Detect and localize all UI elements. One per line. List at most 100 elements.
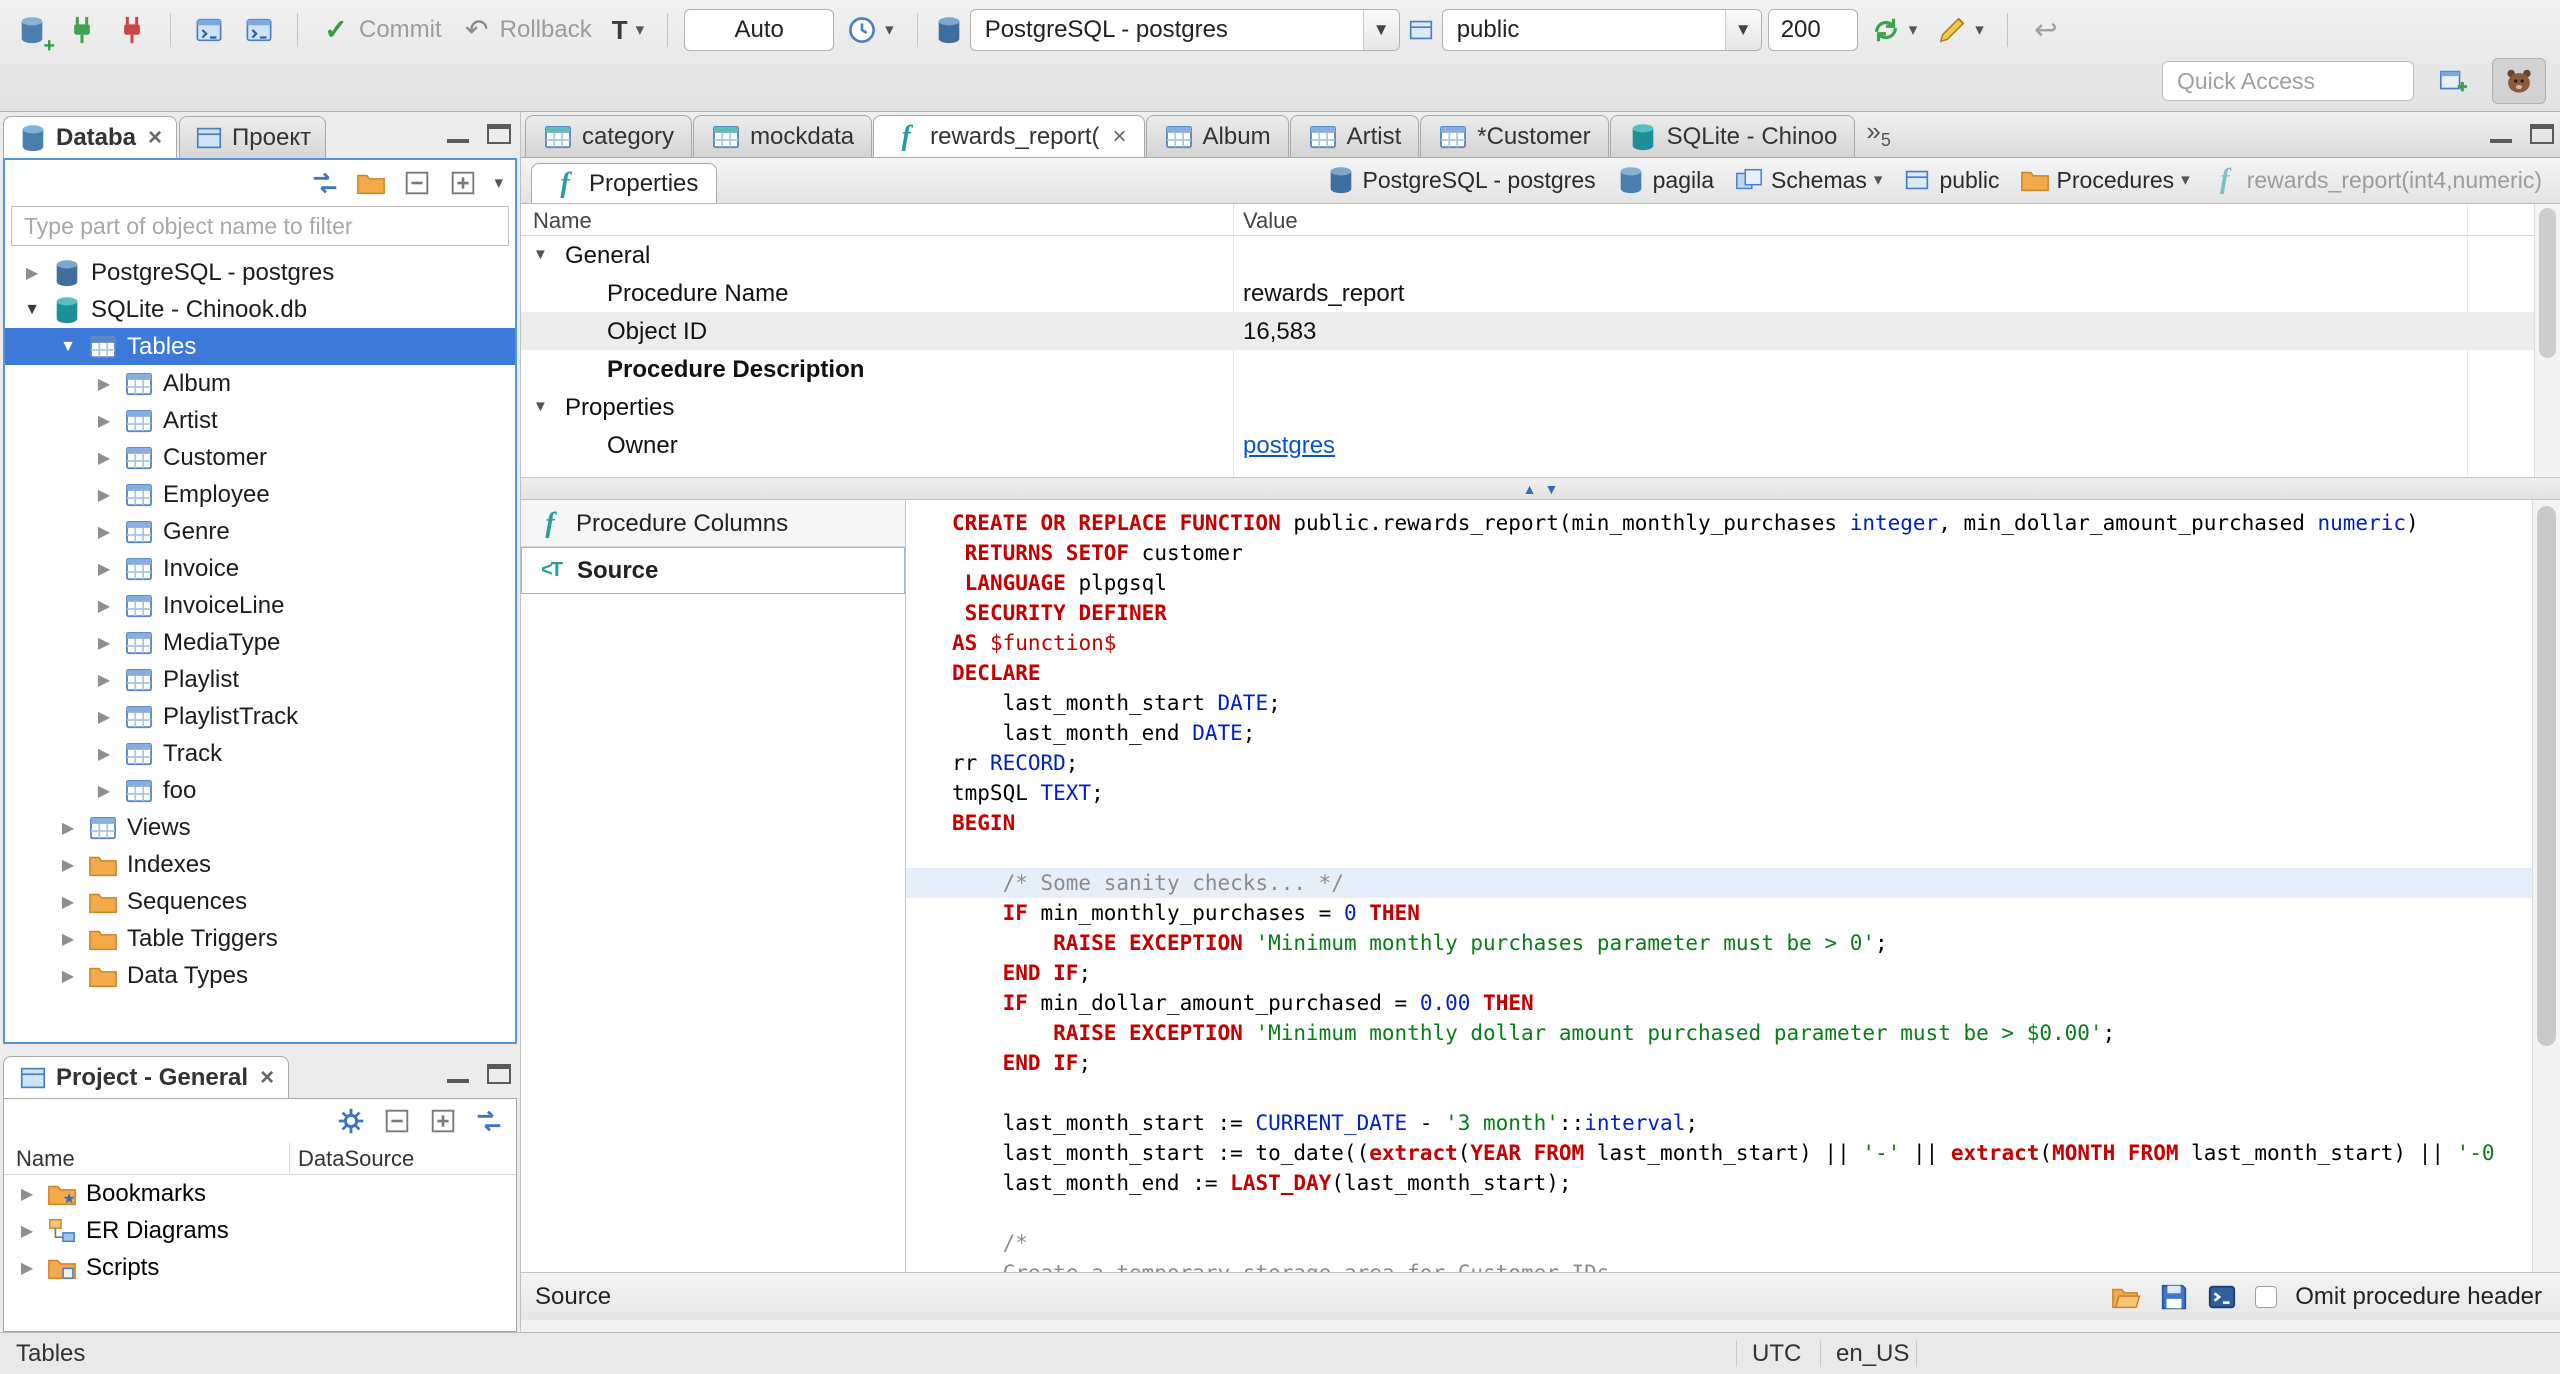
- tree-item-playlist[interactable]: ▶ Playlist: [5, 661, 515, 698]
- expand-twistie-icon[interactable]: ▶: [57, 966, 79, 986]
- tab-database-navigator[interactable]: Databa ×: [3, 116, 178, 158]
- property-row-procedure-description[interactable]: Procedure Description: [521, 350, 2560, 388]
- tree-item-indexes[interactable]: ▶ Indexes: [5, 846, 515, 883]
- minimize-view-button[interactable]: [445, 1064, 471, 1084]
- commit-button[interactable]: ✓ Commit: [314, 8, 449, 52]
- connection-combo[interactable]: PostgreSQL - postgres ▼: [969, 9, 1400, 51]
- tree-item-foo[interactable]: ▶ foo: [5, 772, 515, 809]
- tree-item-views[interactable]: ▶ Views: [5, 809, 515, 846]
- project-item-bookmarks[interactable]: ▶ ★ Bookmarks: [4, 1175, 516, 1212]
- minimize-editor-button[interactable]: [2488, 124, 2514, 144]
- omit-header-checkbox[interactable]: [2255, 1285, 2278, 1308]
- expand-twistie-icon[interactable]: ▶: [93, 448, 115, 468]
- breadcrumb-item-pagila[interactable]: pagila: [1616, 165, 1714, 195]
- project-item-er-diagrams[interactable]: ▶ ER Diagrams: [4, 1212, 516, 1249]
- pane-splitter[interactable]: ▲ ▼: [521, 478, 2560, 500]
- close-icon[interactable]: ×: [148, 125, 162, 150]
- maximize-editor-button[interactable]: [2530, 124, 2554, 144]
- value-column-header[interactable]: Value: [1243, 208, 1298, 234]
- collapse-all-icon[interactable]: [382, 1106, 412, 1136]
- tab-properties[interactable]: f Properties: [531, 163, 718, 203]
- collapse-up-icon[interactable]: ▲: [1523, 482, 1537, 496]
- expand-twistie-icon[interactable]: ▶: [93, 522, 115, 542]
- tree-item-playlisttrack[interactable]: ▶ PlaylistTrack: [5, 698, 515, 735]
- breadcrumb-item-procedures[interactable]: Procedures ▾: [2020, 165, 2190, 195]
- expand-twistie-icon[interactable]: ▶: [21, 263, 43, 283]
- properties-scrollbar[interactable]: [2534, 204, 2560, 477]
- tree-item-customer[interactable]: ▶ Customer: [5, 439, 515, 476]
- tree-item-sequences[interactable]: ▶ Sequences: [5, 883, 515, 920]
- breadcrumb-item-postgresql-postgres[interactable]: PostgreSQL - postgres: [1326, 165, 1596, 195]
- scrollbar-thumb[interactable]: [2537, 506, 2556, 1046]
- new-connection-button[interactable]: +: [10, 8, 55, 56]
- tree-item-tables[interactable]: ▼ Tables: [5, 328, 515, 365]
- editor-tab-customer[interactable]: *Customer: [1420, 115, 1609, 157]
- open-sql-editor-button[interactable]: [237, 8, 281, 52]
- expand-twistie-icon[interactable]: ▶: [93, 670, 115, 690]
- sql-format-button[interactable]: ▾: [1930, 8, 1991, 52]
- chevron-down-icon[interactable]: ▼: [1362, 10, 1399, 50]
- chevron-down-icon[interactable]: ▼: [1724, 10, 1761, 50]
- tree-item-artist[interactable]: ▶ Artist: [5, 402, 515, 439]
- maximize-view-button[interactable]: [487, 1064, 511, 1084]
- property-row-owner[interactable]: Owner postgres: [521, 426, 2560, 464]
- tree-item-genre[interactable]: ▶ Genre: [5, 513, 515, 550]
- expand-twistie-icon[interactable]: ▶: [16, 1258, 38, 1278]
- quick-access-input[interactable]: [2162, 61, 2414, 101]
- expand-twistie-icon[interactable]: ▶: [57, 855, 79, 875]
- source-scrollbar[interactable]: [2532, 500, 2560, 1272]
- expand-all-icon[interactable]: [448, 168, 478, 198]
- rollback-button[interactable]: ↶ Rollback: [455, 8, 599, 52]
- chevron-down-icon[interactable]: ▾: [2181, 170, 2190, 190]
- editor-tab-category[interactable]: category: [525, 115, 693, 157]
- minimize-view-button[interactable]: [445, 124, 471, 144]
- tree-item-table-triggers[interactable]: ▶ Table Triggers: [5, 920, 515, 957]
- view-menu-icon[interactable]: ▾: [494, 173, 503, 193]
- expand-twistie-icon[interactable]: ▶: [93, 411, 115, 431]
- expand-twistie-icon[interactable]: ▶: [93, 781, 115, 801]
- maximize-view-button[interactable]: [487, 124, 511, 144]
- tab-project-general[interactable]: Project - General ×: [3, 1056, 290, 1098]
- expand-twistie-icon[interactable]: ▶: [16, 1184, 38, 1204]
- side-tab-procedure-columns[interactable]: f Procedure Columns: [521, 500, 905, 547]
- expand-twistie-icon[interactable]: ▶: [93, 596, 115, 616]
- tree-item-data-types[interactable]: ▶ Data Types: [5, 957, 515, 994]
- tree-item-postgresql-postgres[interactable]: ▶ PostgreSQL - postgres: [5, 254, 515, 291]
- property-row-properties[interactable]: ▼ Properties: [521, 388, 2560, 426]
- editor-tab-artist[interactable]: Artist: [1289, 115, 1420, 157]
- refresh-button[interactable]: ▾: [1864, 8, 1925, 52]
- expand-twistie-icon[interactable]: ▶: [93, 707, 115, 727]
- load-from-file-icon[interactable]: [2111, 1282, 2141, 1312]
- tab-projects[interactable]: Проект: [179, 116, 327, 158]
- expand-twistie-icon[interactable]: ▶: [57, 892, 79, 912]
- editor-tab-mockdata[interactable]: mockdata: [693, 115, 873, 157]
- project-item-scripts[interactable]: ▶ Scripts: [4, 1249, 516, 1286]
- fetch-size-input[interactable]: [1767, 9, 1858, 51]
- close-tab-icon[interactable]: ×: [1113, 124, 1127, 149]
- breadcrumb-item-public[interactable]: public: [1902, 165, 2000, 195]
- link-with-editor-icon[interactable]: [310, 168, 340, 198]
- collapse-twistie-icon[interactable]: ▼: [533, 246, 548, 263]
- open-perspective-button[interactable]: [2426, 58, 2480, 104]
- commit-mode-combo[interactable]: Auto: [684, 9, 835, 51]
- expand-twistie-icon[interactable]: ▶: [57, 818, 79, 838]
- link-with-editor-icon[interactable]: [474, 1106, 504, 1136]
- expand-twistie-icon[interactable]: ▶: [93, 559, 115, 579]
- expand-twistie-icon[interactable]: ▶: [93, 744, 115, 764]
- side-tab-source[interactable]: <T Source: [521, 547, 905, 594]
- disconnect-button[interactable]: [110, 8, 154, 52]
- tree-item-invoice[interactable]: ▶ Invoice: [5, 550, 515, 587]
- collapse-twistie-icon[interactable]: ▼: [533, 398, 548, 415]
- dbeaver-perspective-button[interactable]: [2492, 58, 2546, 104]
- expand-all-icon[interactable]: [428, 1106, 458, 1136]
- collapse-twistie-icon[interactable]: ▼: [21, 301, 43, 319]
- expand-twistie-icon[interactable]: ▶: [93, 374, 115, 394]
- property-row-general[interactable]: ▼ General: [521, 236, 2560, 274]
- column-header-name[interactable]: Name: [4, 1146, 289, 1172]
- schema-combo[interactable]: public ▼: [1441, 9, 1762, 51]
- open-in-sql-console-icon[interactable]: [2207, 1282, 2237, 1312]
- collapse-all-icon[interactable]: [402, 168, 432, 198]
- connect-button[interactable]: [60, 8, 104, 52]
- tree-item-mediatype[interactable]: ▶ MediaType: [5, 624, 515, 661]
- chevron-down-icon[interactable]: ▾: [1874, 170, 1883, 190]
